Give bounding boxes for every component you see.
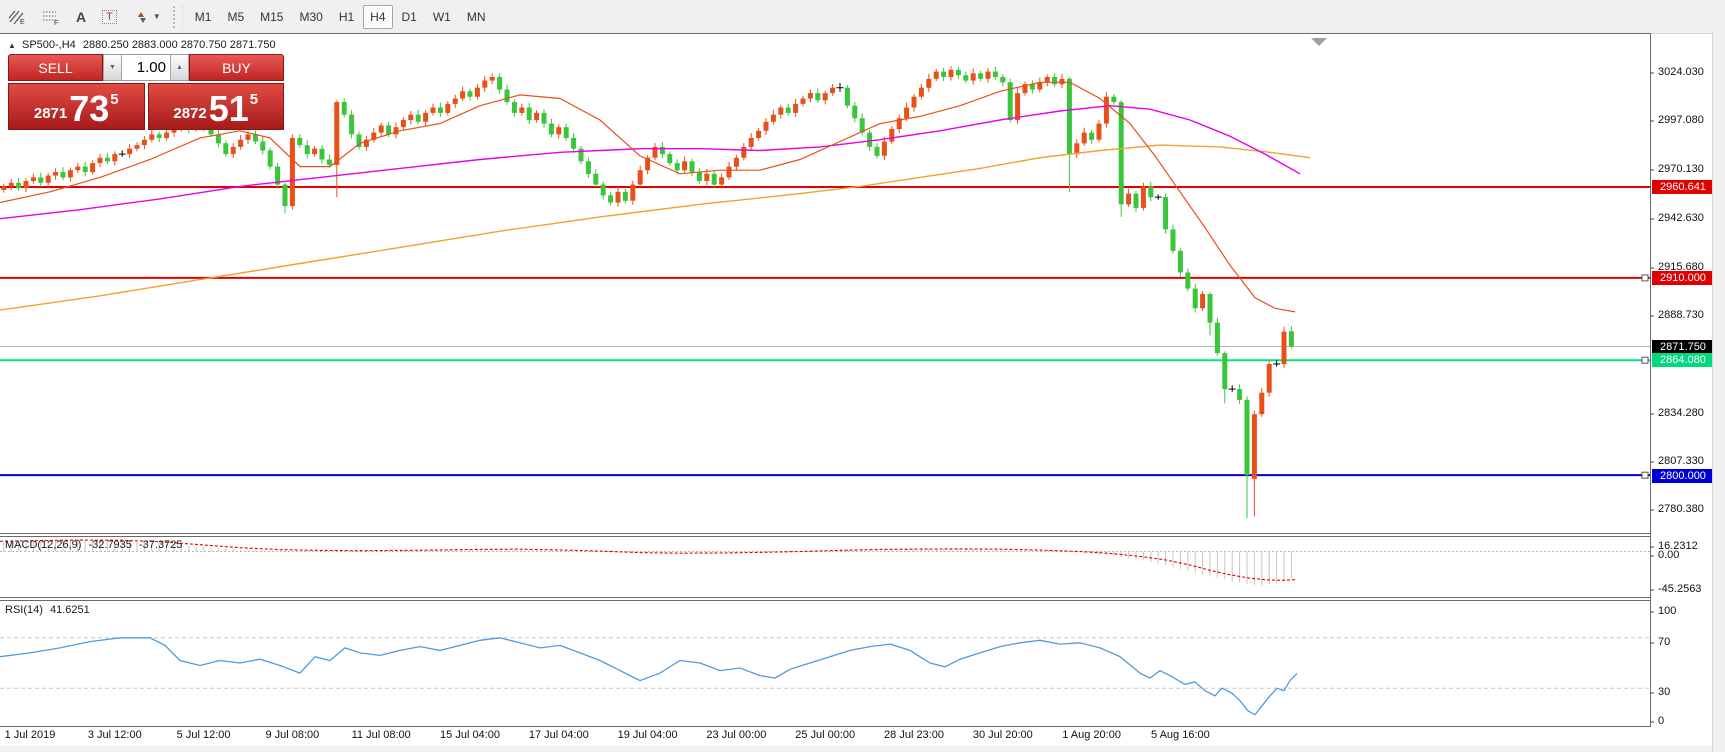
price-tag-2871.750: 2871.750	[1652, 340, 1714, 354]
macd-indicator-label: MACD(12,26,9) -32.7935 -37.3725	[5, 539, 182, 551]
vertical-scrollbar[interactable]	[1712, 33, 1725, 752]
time-tick-17-Jul-04-00: 17 Jul 04:00	[529, 729, 589, 741]
time-tick-9-Jul-08-00: 9 Jul 08:00	[265, 729, 319, 741]
time-tick-19-Jul-04-00: 19 Jul 04:00	[618, 729, 678, 741]
chart-title: ▲ SP500-,H4 2880.250 2883.000 2870.750 2…	[8, 39, 276, 51]
rsi-tick-100: 100	[1658, 605, 1676, 617]
price-tick-2834.280: 2834.280	[1658, 407, 1704, 419]
price-tick-3024.030: 3024.030	[1658, 66, 1704, 78]
trading-terminal-window: E F A T ▼ M1M5M15M30H1H4D1W1MN	[0, 0, 1725, 752]
one-click-trading-panel: SELL ▼ 1.00 ▲ BUY 2871 73 5 2872 51 5	[8, 54, 284, 130]
buy-button[interactable]: BUY	[189, 54, 284, 81]
price-tick-2997.080: 2997.080	[1658, 114, 1704, 126]
rsi-tick-70: 70	[1658, 636, 1670, 648]
time-tick-15-Jul-04-00: 15 Jul 04:00	[440, 729, 500, 741]
rsi-value: 41.6251	[50, 604, 90, 616]
time-tick-11-Jul-08-00: 11 Jul 08:00	[352, 729, 411, 741]
time-tick-1-Jul-2019: 1 Jul 2019	[5, 729, 56, 741]
price-tick-2970.130: 2970.130	[1658, 163, 1704, 175]
time-tick-1-Aug-20-00: 1 Aug 20:00	[1062, 729, 1121, 741]
ohlc-close: 2871.750	[230, 39, 276, 51]
ohlc-low: 2870.750	[181, 39, 227, 51]
price-tick-2888.730: 2888.730	[1658, 309, 1704, 321]
sell-price-pips: 73	[69, 92, 109, 126]
ohlc-high: 2883.000	[132, 39, 178, 51]
quote-panel-toggle-icon[interactable]: ▲	[8, 41, 16, 50]
price-tag-2864.080: 2864.080	[1652, 353, 1714, 367]
buy-price-figure: 2872	[173, 105, 206, 122]
price-tag-2910.000: 2910.000	[1652, 271, 1714, 285]
price-tick-2807.330: 2807.330	[1658, 455, 1704, 467]
sell-button[interactable]: SELL	[8, 54, 103, 81]
macd-tick-0.00: 0.00	[1658, 549, 1679, 561]
rsi-tick-30: 30	[1658, 686, 1670, 698]
time-tick-5-Jul-12-00: 5 Jul 12:00	[177, 729, 231, 741]
time-tick-23-Jul-00-00: 23 Jul 00:00	[706, 729, 766, 741]
sell-price-point: 5	[110, 91, 118, 108]
sell-price-figure: 2871	[34, 105, 67, 122]
macd-tick--45.2563: -45.2563	[1658, 583, 1701, 595]
time-tick-5-Aug-16-00: 5 Aug 16:00	[1151, 729, 1210, 741]
price-tag-2800.000: 2800.000	[1652, 469, 1714, 483]
volume-decrease-button[interactable]: ▼	[103, 55, 122, 80]
time-tick-28-Jul-23-00: 28 Jul 23:00	[884, 729, 944, 741]
bottom-strip	[0, 746, 1712, 752]
price-tick-2780.380: 2780.380	[1658, 503, 1704, 515]
buy-price-display[interactable]: 2872 51 5	[148, 83, 285, 130]
time-tick-30-Jul-20-00: 30 Jul 20:00	[973, 729, 1033, 741]
symbol-period: SP500-,H4	[22, 39, 76, 51]
macd-main-value: -32.7935	[88, 539, 131, 551]
time-tick-25-Jul-00-00: 25 Jul 00:00	[795, 729, 855, 741]
volume-increase-button[interactable]: ▲	[170, 55, 189, 80]
sell-price-display[interactable]: 2871 73 5	[8, 83, 145, 130]
ohlc-open: 2880.250	[83, 39, 129, 51]
time-tick-3-Jul-12-00: 3 Jul 12:00	[88, 729, 142, 741]
macd-signal-value: -37.3725	[139, 539, 182, 551]
price-tick-2942.630: 2942.630	[1658, 212, 1704, 224]
rsi-tick-0: 0	[1658, 715, 1664, 727]
buy-price-point: 5	[250, 91, 258, 108]
volume-control: ▼ 1.00 ▲	[103, 54, 189, 81]
volume-input[interactable]: 1.00	[122, 55, 170, 80]
price-tag-2960.641: 2960.641	[1652, 180, 1714, 194]
buy-price-pips: 51	[209, 92, 249, 126]
rsi-indicator-label: RSI(14) 41.6251	[5, 604, 90, 616]
